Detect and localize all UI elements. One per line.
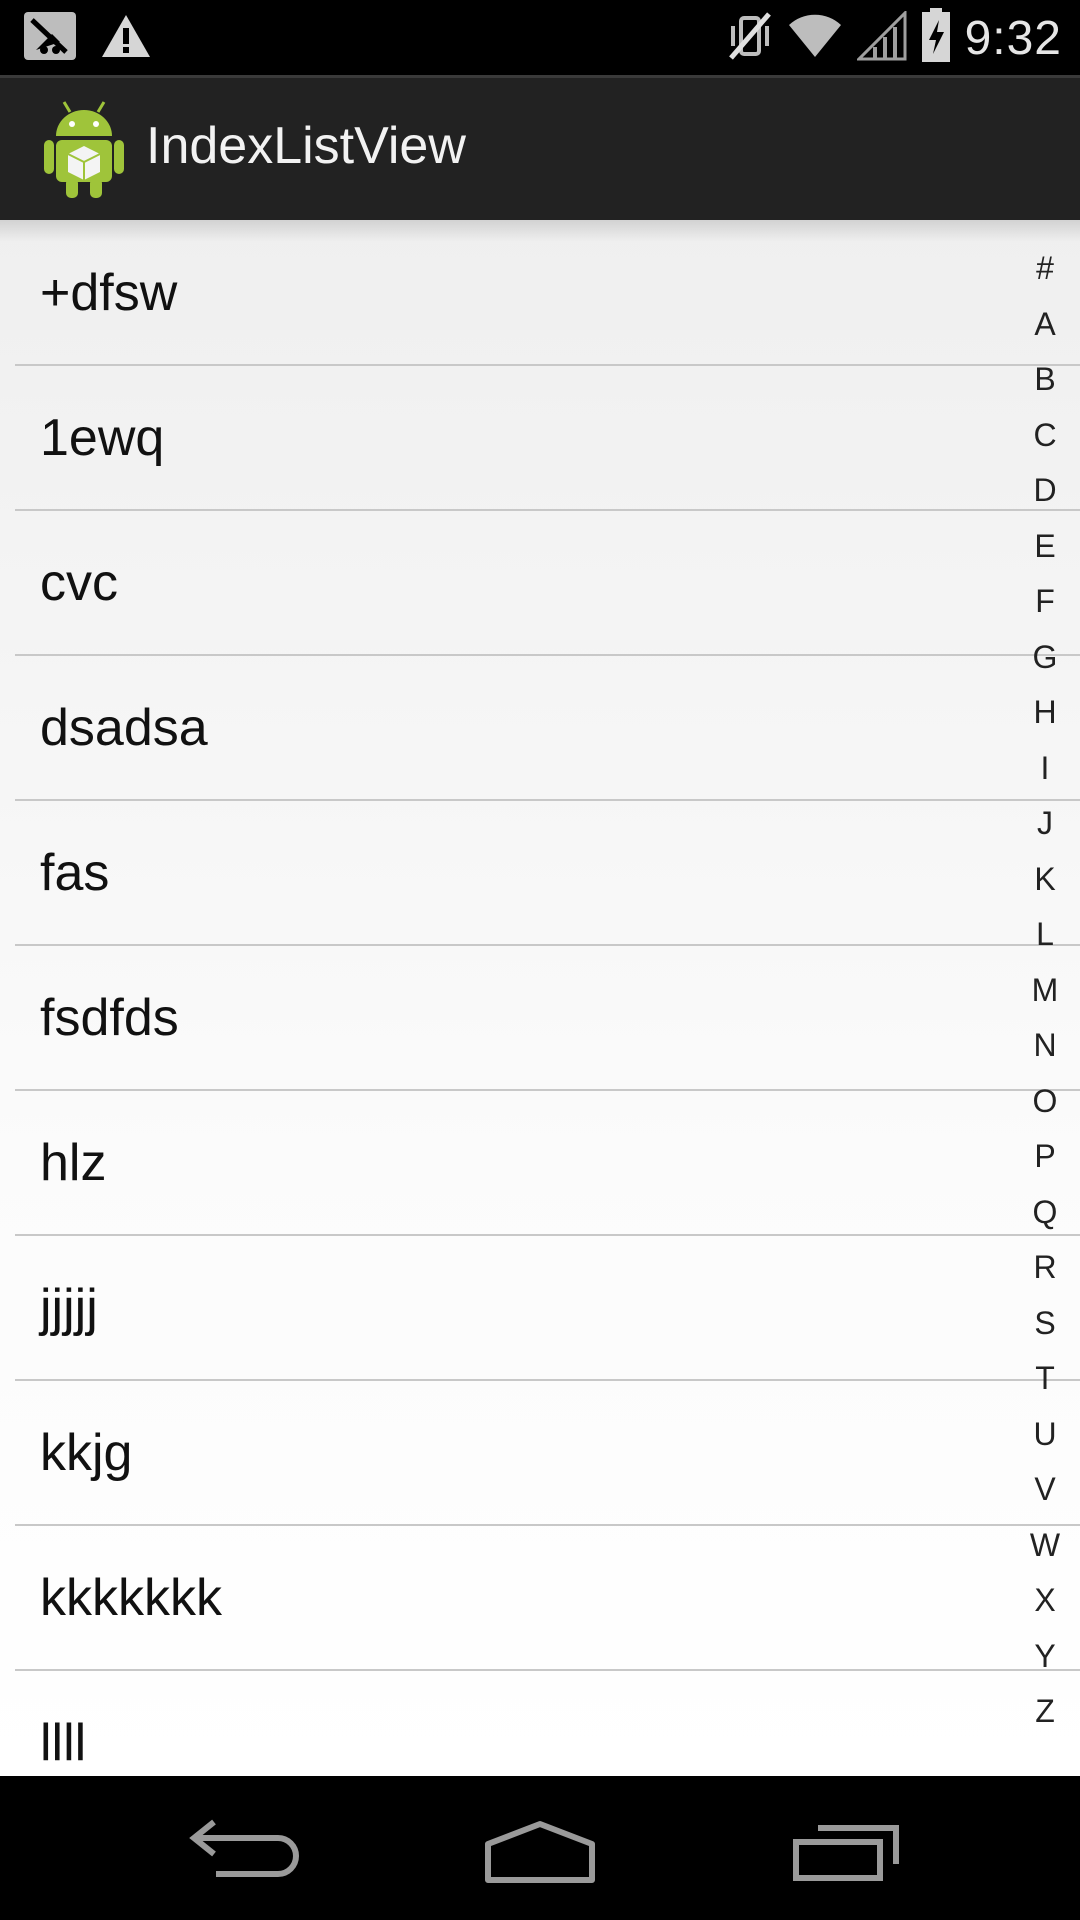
index-letter[interactable]: J [1010,805,1080,842]
index-letter[interactable]: I [1010,750,1080,787]
list-item-label: kkkkkkk [40,1569,222,1627]
signal-off-icon [22,10,78,66]
home-icon [485,1821,595,1883]
recents-icon [793,1825,899,1881]
list-item[interactable]: cvc [15,510,1080,655]
list-item[interactable]: dsadsa [15,655,1080,800]
wifi-icon [787,11,843,65]
vibrate-off-icon [727,8,773,68]
index-letter[interactable]: Q [1010,1194,1080,1231]
list-item[interactable]: kkkkkkk [15,1525,1080,1670]
screen: 9:32 IndexListView +dfsw 1ewq cvc dsadsa… [0,0,1080,1920]
list-item[interactable]: 1ewq [15,365,1080,510]
back-icon [189,1819,299,1877]
index-letter[interactable]: Y [1010,1638,1080,1675]
list-item-label: +dfsw [40,264,178,322]
list-item-label: cvc [40,554,118,612]
index-letter[interactable]: P [1010,1138,1080,1175]
index-letter[interactable]: W [1010,1527,1080,1564]
list-item[interactable]: kkjg [15,1380,1080,1525]
index-letter[interactable]: N [1010,1027,1080,1064]
list-item[interactable]: fsdfds [15,945,1080,1090]
index-letter[interactable]: T [1010,1360,1080,1397]
index-letter[interactable]: E [1010,528,1080,565]
index-letter[interactable]: K [1010,861,1080,898]
index-letter[interactable]: L [1010,916,1080,953]
list-item-label: 1ewq [40,409,165,467]
list-item[interactable]: hlz [15,1090,1080,1235]
index-letter[interactable]: X [1010,1582,1080,1619]
navigation-bar [0,1776,1080,1920]
list-item-label: llll [40,1714,87,1772]
index-letter[interactable]: A [1010,306,1080,343]
status-left-icons [22,10,152,66]
back-button[interactable] [182,1816,302,1886]
list-item[interactable]: +dfsw [15,220,1080,365]
battery-charging-icon [921,8,951,68]
index-letter[interactable]: S [1010,1305,1080,1342]
list-item-label: fas [40,844,110,902]
index-letter[interactable]: Z [1010,1693,1080,1730]
status-bar: 9:32 [0,0,1080,75]
index-letter[interactable]: # [1010,250,1080,287]
app-title: IndexListView [146,117,466,175]
list-item-label: dsadsa [40,699,208,757]
index-letter[interactable]: C [1010,417,1080,454]
index-letter[interactable]: B [1010,361,1080,398]
action-bar: IndexListView [0,75,1080,220]
index-letter[interactable]: D [1010,472,1080,509]
list-item[interactable]: fas [15,800,1080,945]
index-letter[interactable]: H [1010,694,1080,731]
index-letter[interactable]: R [1010,1249,1080,1286]
list-item[interactable]: jjjjj [15,1235,1080,1380]
list-item[interactable]: llll [15,1670,1080,1776]
warning-icon [100,12,152,64]
status-time: 9:32 [964,11,1062,65]
status-right-icons: 9:32 [727,8,1062,68]
home-button[interactable] [480,1816,600,1886]
index-letter[interactable]: M [1010,972,1080,1009]
cell-signal-icon [854,9,907,65]
content-list: +dfsw 1ewq cvc dsadsa fas fsdfds hlz jjjjj kkjg k… [0,220,1080,1776]
index-letter[interactable]: U [1010,1416,1080,1453]
list-item-label: kkjg [40,1424,133,1482]
list-item-label: fsdfds [40,989,179,1047]
list-item-label: jjjjj [40,1279,98,1337]
index-letter[interactable]: O [1010,1083,1080,1120]
index-letter[interactable]: V [1010,1471,1080,1508]
index-letter[interactable]: F [1010,583,1080,620]
recents-button[interactable] [788,1816,908,1886]
android-app-icon[interactable] [42,100,126,200]
list-item-label: hlz [40,1134,107,1192]
index-letter[interactable]: G [1010,639,1080,676]
